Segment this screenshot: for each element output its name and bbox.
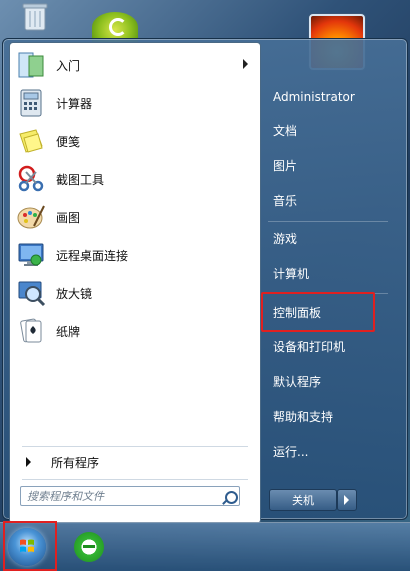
- program-label: 入门: [56, 58, 81, 73]
- shutdown-options-button[interactable]: [337, 489, 357, 511]
- submenu-arrow-icon[interactable]: [243, 59, 248, 69]
- right-item-computer[interactable]: 计算机: [273, 264, 309, 284]
- program-item-remote-desktop[interactable]: 远程桌面连接: [10, 237, 258, 273]
- search-icon[interactable]: [225, 491, 238, 504]
- all-programs-item[interactable]: 所有程序: [22, 451, 252, 473]
- paint-icon: [17, 205, 45, 229]
- program-label: 截图工具: [56, 172, 105, 187]
- program-item-snipping-tool[interactable]: 截图工具: [10, 161, 258, 197]
- browser-icon[interactable]: [74, 532, 104, 562]
- program-item-paint[interactable]: 画图: [10, 199, 258, 235]
- program-label: 计算器: [56, 96, 93, 111]
- right-item-devices-printers[interactable]: 设备和打印机: [273, 337, 345, 357]
- divider: [268, 221, 388, 222]
- right-item-pictures[interactable]: 图片: [273, 156, 297, 176]
- program-item-calculator[interactable]: 计算器: [10, 85, 258, 121]
- shutdown-button[interactable]: 关机: [269, 489, 337, 511]
- right-item-run[interactable]: 运行...: [273, 442, 308, 462]
- expand-arrow-icon: [26, 457, 31, 467]
- start-menu-programs-pane: 入门 计算器 便笺 截图工具 画图 远程桌面连接 放大镜 纸牌 所有程序: [9, 42, 261, 524]
- right-item-games[interactable]: 游戏: [273, 229, 297, 249]
- taskbar: [0, 522, 410, 571]
- right-item-documents[interactable]: 文档: [273, 121, 297, 141]
- program-label: 便笺: [56, 134, 81, 149]
- all-programs-label: 所有程序: [51, 455, 100, 470]
- magnifier-icon: [18, 281, 46, 307]
- program-item-getting-started[interactable]: 入门: [10, 47, 258, 83]
- start-button-highlight: [3, 521, 57, 571]
- solitaire-icon: [20, 318, 42, 343]
- search-input[interactable]: [20, 486, 240, 506]
- program-item-magnifier[interactable]: 放大镜: [10, 275, 258, 311]
- getting-started-icon: [18, 52, 44, 78]
- right-item-music[interactable]: 音乐: [273, 191, 297, 211]
- right-item-help-support[interactable]: 帮助和支持: [273, 407, 333, 427]
- divider: [22, 446, 248, 447]
- right-item-user[interactable]: Administrator: [273, 87, 355, 107]
- recycle-bin-icon[interactable]: [18, 2, 52, 32]
- program-label: 纸牌: [56, 324, 81, 339]
- program-item-sticky-notes[interactable]: 便笺: [10, 123, 258, 159]
- calculator-icon: [20, 89, 42, 117]
- snipping-tool-icon: [18, 165, 44, 192]
- program-item-solitaire[interactable]: 纸牌: [10, 313, 258, 349]
- remote-desktop-icon: [18, 243, 44, 266]
- program-label: 放大镜: [56, 286, 93, 301]
- divider: [22, 479, 248, 480]
- shutdown-label: 关机: [292, 494, 314, 507]
- right-item-default-programs[interactable]: 默认程序: [273, 372, 321, 392]
- control-panel-highlight: [261, 292, 375, 332]
- program-label: 远程桌面连接: [56, 248, 129, 263]
- program-label: 画图: [56, 210, 81, 225]
- sticky-notes-icon: [19, 129, 43, 153]
